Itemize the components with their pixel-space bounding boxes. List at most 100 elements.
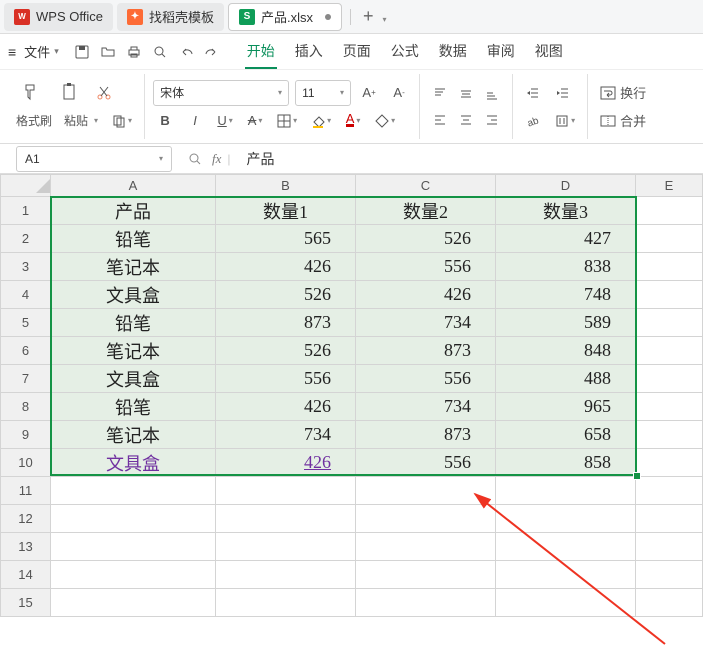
align-bottom-button[interactable] <box>480 82 504 106</box>
font-size-select[interactable]: 11 ▾ <box>295 80 351 106</box>
cell[interactable]: 556 <box>356 449 496 477</box>
redo-button[interactable] <box>199 39 225 65</box>
cell[interactable]: 748 <box>496 281 636 309</box>
cell[interactable]: 734 <box>356 393 496 421</box>
cell[interactable]: 556 <box>356 365 496 393</box>
row-header[interactable]: 3 <box>1 253 51 281</box>
cell[interactable] <box>496 561 636 589</box>
align-center-button[interactable] <box>454 108 478 132</box>
cell[interactable] <box>636 393 703 421</box>
col-header[interactable]: E <box>636 175 703 197</box>
cell[interactable]: 数量2 <box>356 197 496 225</box>
tab-start[interactable]: 开始 <box>245 35 277 69</box>
cell[interactable]: 965 <box>496 393 636 421</box>
cell[interactable] <box>636 505 703 533</box>
cell[interactable]: 426 <box>216 393 356 421</box>
tab-page[interactable]: 页面 <box>341 35 373 69</box>
hamburger-icon[interactable]: ≡ <box>8 44 16 60</box>
decrease-indent-button[interactable] <box>521 80 545 106</box>
font-name-select[interactable]: 宋体 ▾ <box>153 80 289 106</box>
tab-review[interactable]: 审阅 <box>485 35 517 69</box>
cell[interactable] <box>636 225 703 253</box>
cell[interactable]: 873 <box>356 421 496 449</box>
open-button[interactable] <box>95 39 121 65</box>
cell[interactable] <box>356 477 496 505</box>
app-tab-document[interactable]: S 产品.xlsx <box>228 3 342 31</box>
paste-button[interactable] <box>54 82 86 104</box>
align-middle-button[interactable] <box>454 82 478 106</box>
new-tab-button[interactable]: + ▾ <box>355 6 395 27</box>
row-header[interactable]: 6 <box>1 337 51 365</box>
cell[interactable]: 556 <box>216 365 356 393</box>
file-menu[interactable]: 文件 <box>24 42 50 61</box>
save-button[interactable] <box>69 39 95 65</box>
cell[interactable] <box>356 589 496 617</box>
cell[interactable] <box>496 533 636 561</box>
cell[interactable] <box>636 281 703 309</box>
row-header[interactable]: 9 <box>1 421 51 449</box>
cell[interactable] <box>636 197 703 225</box>
tab-insert[interactable]: 插入 <box>293 35 325 69</box>
row-header[interactable]: 12 <box>1 505 51 533</box>
cell[interactable] <box>636 477 703 505</box>
decrease-font-button[interactable]: A- <box>387 80 411 106</box>
cell[interactable] <box>636 309 703 337</box>
row-header[interactable]: 11 <box>1 477 51 505</box>
cell[interactable]: 427 <box>496 225 636 253</box>
select-all-corner[interactable] <box>1 175 51 197</box>
cell[interactable]: 笔记本 <box>51 253 216 281</box>
cell[interactable] <box>636 421 703 449</box>
col-header[interactable]: D <box>496 175 636 197</box>
strikethrough-button[interactable]: A▾ <box>243 108 267 134</box>
cell[interactable]: 数量3 <box>496 197 636 225</box>
col-header[interactable]: B <box>216 175 356 197</box>
cell[interactable] <box>216 477 356 505</box>
format-painter-button[interactable] <box>16 82 48 104</box>
cell[interactable] <box>356 561 496 589</box>
increase-indent-button[interactable] <box>551 80 575 106</box>
cell[interactable] <box>51 533 216 561</box>
print-button[interactable] <box>121 39 147 65</box>
cell[interactable] <box>51 477 216 505</box>
cell[interactable]: 铅笔 <box>51 309 216 337</box>
selection-handle[interactable] <box>633 472 641 480</box>
cut-button[interactable] <box>92 80 116 106</box>
undo-button[interactable] <box>173 39 199 65</box>
cell[interactable] <box>636 365 703 393</box>
cell[interactable] <box>496 589 636 617</box>
row-header[interactable]: 1 <box>1 197 51 225</box>
cell[interactable]: 526 <box>216 281 356 309</box>
cell[interactable]: 589 <box>496 309 636 337</box>
italic-button[interactable]: I <box>183 108 207 134</box>
cell[interactable] <box>216 533 356 561</box>
cell[interactable]: 铅笔 <box>51 393 216 421</box>
cell[interactable] <box>636 253 703 281</box>
cell[interactable]: 526 <box>356 225 496 253</box>
col-header[interactable]: A <box>51 175 216 197</box>
row-header[interactable]: 2 <box>1 225 51 253</box>
cell[interactable] <box>216 505 356 533</box>
cell[interactable]: 858 <box>496 449 636 477</box>
row-header[interactable]: 7 <box>1 365 51 393</box>
tab-formula[interactable]: 公式 <box>389 35 421 69</box>
cell[interactable]: 556 <box>356 253 496 281</box>
border-button[interactable]: ▾ <box>273 108 301 134</box>
cell[interactable]: 873 <box>216 309 356 337</box>
cell[interactable] <box>496 477 636 505</box>
cell[interactable]: 848 <box>496 337 636 365</box>
cell[interactable]: 426 <box>216 449 356 477</box>
align-left-button[interactable] <box>428 108 452 132</box>
cell[interactable]: 565 <box>216 225 356 253</box>
cell[interactable]: 873 <box>356 337 496 365</box>
cell[interactable]: 658 <box>496 421 636 449</box>
row-header[interactable]: 5 <box>1 309 51 337</box>
row-header[interactable]: 8 <box>1 393 51 421</box>
bold-button[interactable]: B <box>153 108 177 134</box>
cell[interactable] <box>216 589 356 617</box>
row-header[interactable]: 13 <box>1 533 51 561</box>
cell[interactable] <box>636 449 703 477</box>
cell[interactable]: 526 <box>216 337 356 365</box>
app-tab-templates[interactable]: ✦ 找稻壳模板 <box>117 3 224 31</box>
cell[interactable] <box>496 505 636 533</box>
text-direction-button[interactable]: ▾ <box>551 108 579 134</box>
